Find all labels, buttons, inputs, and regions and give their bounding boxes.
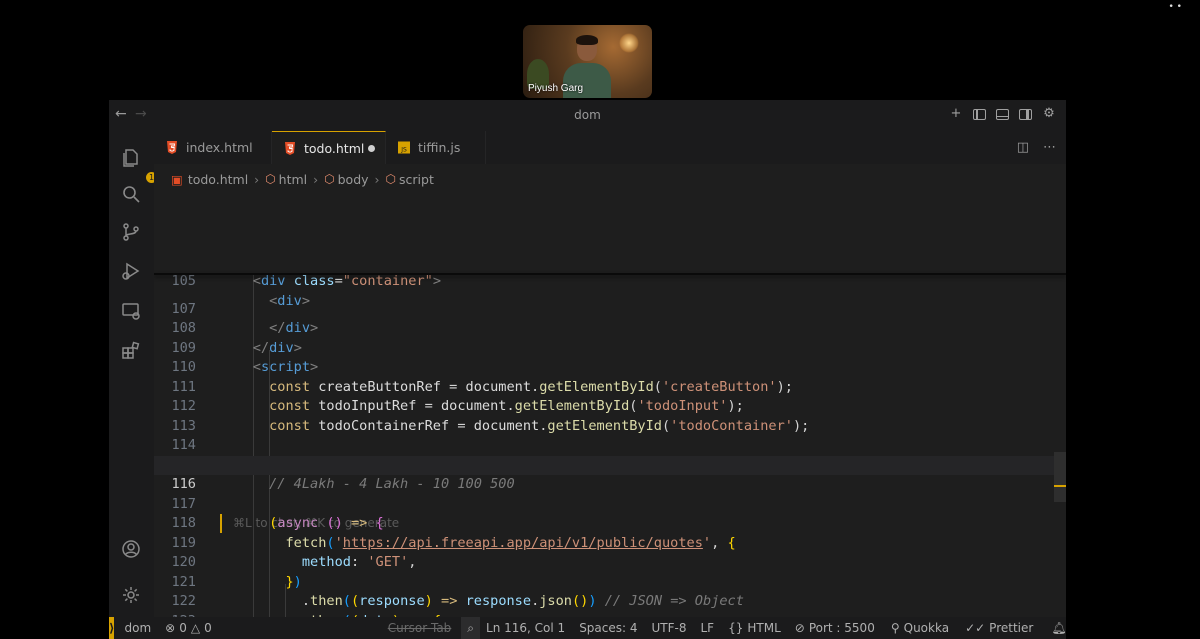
- language-mode[interactable]: {} HTML: [728, 621, 781, 635]
- breadcrumb-item[interactable]: body: [338, 172, 369, 187]
- element-icon: ⬡: [324, 172, 335, 186]
- tab-index-html[interactable]: index.html: [154, 131, 272, 164]
- split-editor-icon[interactable]: ◫: [1017, 140, 1029, 155]
- code-line[interactable]: 113: [154, 397, 1066, 434]
- unsaved-dot-icon[interactable]: [368, 145, 375, 152]
- svg-text:JS: JS: [400, 147, 407, 154]
- more-actions-icon[interactable]: ⋯: [1043, 140, 1056, 155]
- chevron-right-icon: ›: [254, 171, 260, 187]
- toggle-panel-icon[interactable]: [996, 109, 1009, 120]
- sticky-line[interactable]: 2 <html lang="en">: [154, 194, 1066, 250]
- video-tile: Piyush Garg: [523, 25, 652, 98]
- tab-label: tiffin.js: [418, 140, 461, 155]
- error-icon: ⊗: [165, 621, 176, 635]
- html-file-icon: [285, 141, 295, 155]
- tab-todo-html[interactable]: todo.html: [272, 131, 386, 164]
- remote-explorer-icon[interactable]: [121, 301, 141, 321]
- current-line[interactable]: 116 ⌘L to chat, ⌘K to generate: [154, 455, 1066, 533]
- code-line[interactable]: 118 fetch('https://api.freeapi.app/api/v…: [154, 495, 1066, 551]
- chevron-right-icon: ›: [374, 171, 380, 187]
- source-control-icon[interactable]: [121, 222, 141, 242]
- notifications-bell-icon[interactable]: 🔔︎: [1051, 621, 1066, 635]
- breadcrumb-item[interactable]: script: [399, 172, 434, 187]
- code-line[interactable]: 114 // DOM - 25mins - DOM 1year teaching…: [154, 417, 1066, 473]
- remote-indicator-icon[interactable]: ⟩⟨: [109, 617, 115, 639]
- manage-gear-icon[interactable]: [121, 585, 141, 605]
- person-hair: [576, 35, 598, 45]
- warning-icon: △: [190, 621, 201, 635]
- participant-name: Piyush Garg: [528, 83, 584, 94]
- code-line[interactable]: 111 const todoInputRef = document.getEle…: [154, 358, 1066, 415]
- live-server-port[interactable]: ⊘ Port : 5500: [795, 621, 875, 635]
- window-title: dom: [574, 108, 601, 122]
- toggle-secondary-sidebar-icon[interactable]: [1019, 109, 1032, 120]
- cursor-tab-toggle[interactable]: Cursor Tab: [388, 621, 452, 635]
- js-file-icon: JS: [398, 141, 410, 154]
- code-line[interactable]: 120 }): [154, 534, 1066, 590]
- scrollbar-cursor-marker: [1054, 485, 1066, 487]
- activity-bar: 1: [109, 131, 157, 617]
- chevron-right-icon: ›: [313, 171, 319, 187]
- scrollbar-thumb[interactable]: [1054, 452, 1066, 502]
- prettier-status[interactable]: ✓✓ Prettier: [965, 621, 1033, 635]
- plus-icon[interactable]: +: [949, 107, 963, 121]
- element-icon: ⬡: [265, 172, 276, 186]
- branch-indicator[interactable]: dom: [124, 621, 151, 635]
- code-editor[interactable]: 2 <html lang="en"> 98 <body> 99 <div cla…: [154, 194, 1066, 617]
- account-icon[interactable]: [121, 539, 141, 559]
- indentation[interactable]: Spaces: 4: [579, 621, 637, 635]
- code-line[interactable]: 121 .then((response) => response.json())…: [154, 553, 1066, 610]
- editor-window: ← → dom + ⚙ 1 index.html todo.html JS ti…: [109, 100, 1066, 617]
- element-icon: ⬡: [385, 172, 397, 186]
- html-file-icon: [167, 141, 177, 154]
- lamp: [619, 33, 639, 53]
- encoding[interactable]: UTF-8: [652, 621, 687, 635]
- port-icon: ⊘: [794, 621, 805, 635]
- status-bar: ⟩⟨ dom ⊗0 △0 Cursor Tab ⌕ Ln 116, Col 1 …: [109, 617, 1067, 639]
- extensions-icon[interactable]: [121, 340, 141, 360]
- tab-bar: index.html todo.html JS tiffin.js ◫ ⋯: [154, 131, 1066, 164]
- search-icon[interactable]: [121, 184, 141, 204]
- breadcrumb: ▣ todo.html › ⬡ html › ⬡ body › ⬡ script: [154, 164, 1066, 194]
- toggle-sidebar-icon[interactable]: [973, 109, 986, 120]
- run-debug-icon[interactable]: [121, 261, 141, 281]
- quokka-status[interactable]: ⚲ Quokka: [891, 621, 949, 635]
- breadcrumb-item[interactable]: html: [279, 172, 307, 187]
- sticky-line[interactable]: 98 <body>: [154, 213, 1066, 270]
- titlebar: ← → dom + ⚙: [109, 100, 1066, 131]
- braces-icon: {}: [728, 621, 744, 635]
- code-line[interactable]: 122 .then((data) => {: [154, 573, 1066, 617]
- code-line[interactable]: 107 </div>: [154, 280, 1066, 337]
- line-ending[interactable]: LF: [700, 621, 714, 635]
- code-line[interactable]: 112 const todoContainerRef = document.ge…: [154, 378, 1066, 434]
- files-icon[interactable]: 1: [121, 147, 157, 183]
- html-file-icon: ▣: [171, 171, 183, 187]
- code-line[interactable]: 109 <script>: [154, 319, 1066, 376]
- zoom-search-icon[interactable]: ⌕: [461, 617, 481, 639]
- code-line[interactable]: 123 for (const obj of data.data.data) {: [154, 592, 1066, 618]
- code-line[interactable]: 108 </div>: [154, 300, 1066, 356]
- code-line[interactable]: 117 (async () => {: [154, 475, 1066, 532]
- tab-label: index.html: [186, 140, 253, 155]
- problems-indicator[interactable]: ⊗ 0 △ 0: [165, 621, 212, 635]
- breadcrumb-file[interactable]: todo.html: [188, 172, 248, 187]
- sticky-line[interactable]: 99 <div class="container">: [154, 233, 1066, 289]
- code-line[interactable]: 115 // 4Lakh - 4 Lakh - 10 100 500: [154, 436, 1066, 493]
- code-line[interactable]: 119 method: 'GET',: [154, 514, 1066, 571]
- gear-icon[interactable]: ⚙: [1042, 107, 1056, 121]
- more-icon[interactable]: • •: [1169, 2, 1182, 12]
- tab-tiffin-js[interactable]: JS tiffin.js: [386, 131, 486, 164]
- quokka-icon: ⚲: [890, 621, 900, 635]
- cursor-position[interactable]: Ln 116, Col 1: [486, 621, 565, 635]
- code-line[interactable]: 110 const createButtonRef = document.get…: [154, 339, 1066, 395]
- double-check-icon: ✓✓: [965, 621, 986, 635]
- sticky-line[interactable]: 105 <div>: [154, 252, 1066, 309]
- tab-label: todo.html: [304, 140, 365, 156]
